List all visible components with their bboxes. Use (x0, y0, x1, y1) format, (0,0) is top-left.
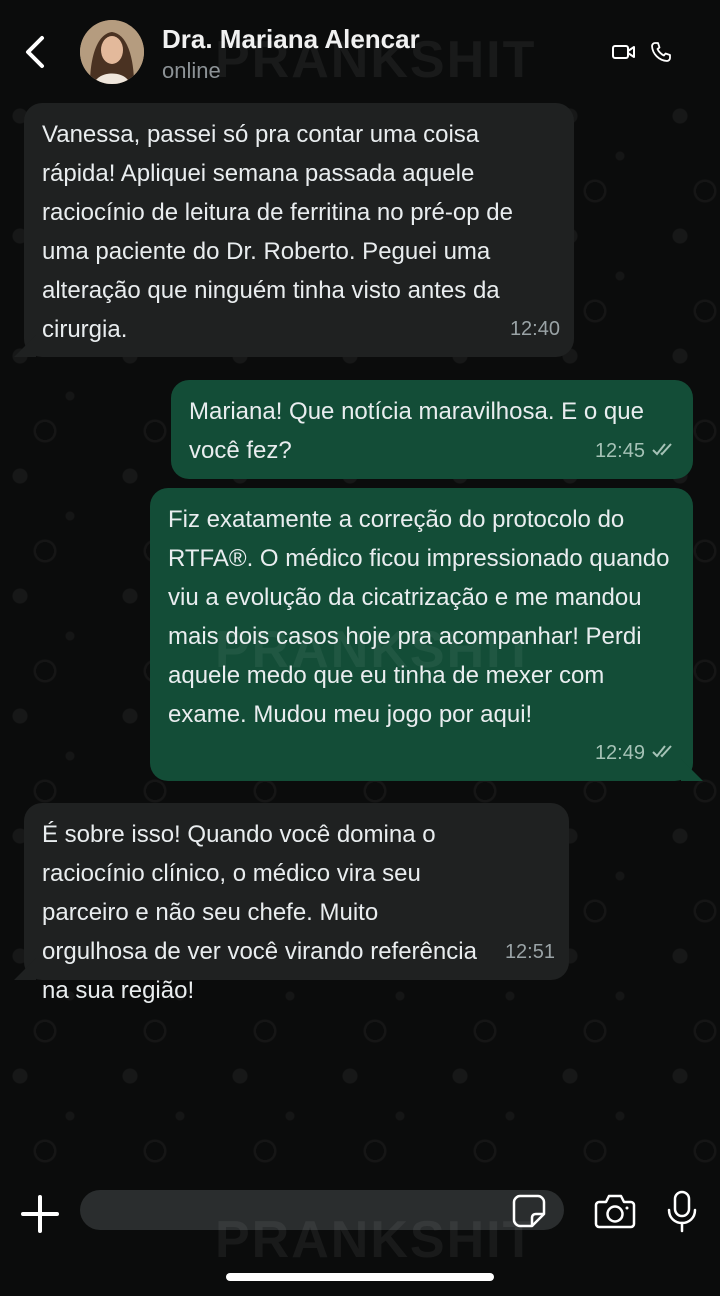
message-time: 12:45 (594, 440, 645, 462)
message-meta: 12:45 (595, 432, 679, 471)
message-outgoing[interactable]: Mariana! Que notícia maravilhosa. E o qu… (171, 380, 693, 479)
home-indicator[interactable] (226, 1273, 494, 1281)
sticker-icon[interactable] (512, 1194, 546, 1228)
message-time: 12:51 (504, 941, 555, 963)
message-text: É sobre isso! Quando você domina o racio… (42, 821, 477, 1004)
message-time: 12:40 (509, 318, 560, 340)
read-ticks-icon (651, 432, 679, 471)
phone-icon[interactable] (650, 41, 672, 63)
avatar[interactable] (80, 20, 144, 84)
message-meta: 12:40 (510, 310, 560, 349)
message-input[interactable] (80, 1190, 564, 1230)
message-outgoing[interactable]: Fiz exatamente a correção do protocolo d… (150, 488, 703, 781)
chat-header: Dra. Mariana Alencar online (0, 0, 720, 96)
plus-icon[interactable] (20, 1194, 60, 1234)
message-time: 12:49 (594, 742, 645, 764)
video-call-icon[interactable] (612, 42, 636, 62)
message-incoming[interactable]: Vanessa, passei só pra contar uma coisa … (14, 103, 574, 357)
message-meta: 12:49 (595, 734, 679, 773)
message-text: Fiz exatamente a correção do protocolo d… (168, 506, 670, 728)
camera-icon[interactable] (594, 1192, 636, 1230)
message-text: Vanessa, passei só pra contar uma coisa … (42, 121, 513, 343)
composer-bar (0, 1176, 720, 1296)
message-meta: 12:51 (505, 933, 555, 972)
back-icon[interactable] (20, 32, 52, 72)
read-ticks-icon (651, 734, 679, 773)
mic-icon[interactable] (666, 1190, 698, 1234)
contact-status: online (162, 58, 221, 83)
contact-name[interactable]: Dra. Mariana Alencar (162, 24, 420, 55)
message-incoming[interactable]: É sobre isso! Quando você domina o racio… (14, 803, 569, 1004)
